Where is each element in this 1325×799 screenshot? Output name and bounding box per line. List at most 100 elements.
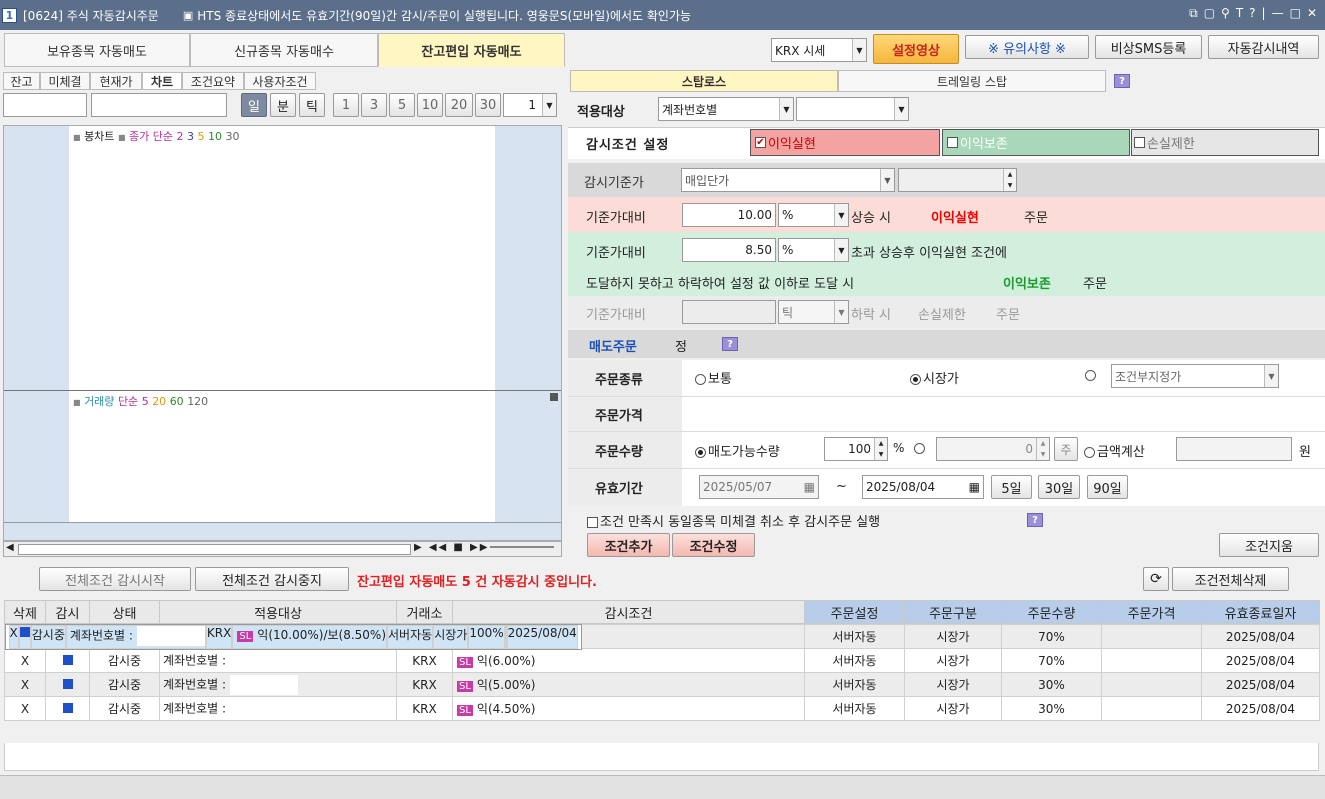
col-order-qty[interactable]: 주문수량 bbox=[1001, 600, 1102, 624]
order-type-cond-radio[interactable] bbox=[1085, 368, 1098, 383]
tab-balance-auto-sell[interactable]: 잔고편입 자동매도 bbox=[378, 33, 565, 67]
loss-limit-checkbox[interactable]: 손실제한 bbox=[1131, 129, 1319, 156]
watch-cell[interactable] bbox=[18, 625, 31, 649]
base-price-select[interactable]: 매입단가 ▼ bbox=[681, 168, 895, 192]
col-delete[interactable]: 삭제 bbox=[4, 600, 46, 624]
profit-unit-select[interactable]: % ▼ bbox=[778, 203, 849, 227]
sell-order-help-icon[interactable]: ? bbox=[722, 336, 738, 351]
qty-shares-unit[interactable]: 주 bbox=[1054, 437, 1078, 461]
interval-20-button[interactable]: 20 bbox=[445, 93, 473, 117]
col-status[interactable]: 상태 bbox=[89, 600, 160, 624]
chart-nav-controls[interactable]: ▶ ◀◀ ■ ▶▶ bbox=[414, 542, 489, 553]
spinner-icon[interactable]: ▲ ▼ bbox=[1003, 169, 1016, 191]
tab-current-price[interactable]: 현재가 bbox=[90, 72, 142, 90]
sms-register-button[interactable]: 비상SMS등록 bbox=[1095, 35, 1202, 59]
period-tick-button[interactable]: 틱 bbox=[299, 93, 325, 117]
table-row[interactable]: X 감시중 계좌번호별 : KRX SL 익(6.00%) 서버자동 시장가 70% 2025/0… bbox=[4, 648, 1320, 673]
watch-cell[interactable] bbox=[45, 696, 90, 721]
order-type-market-radio[interactable]: 시장가 bbox=[910, 368, 959, 387]
profit-rate-input[interactable]: 10.00 bbox=[682, 203, 776, 227]
watch-cell[interactable] bbox=[45, 648, 90, 673]
watch-on-icon[interactable] bbox=[62, 702, 73, 713]
minimize-icon[interactable]: — bbox=[1272, 6, 1284, 21]
market-select[interactable]: KRX 시세 ▼ bbox=[771, 38, 867, 62]
col-order-setting[interactable]: 주문설정 bbox=[804, 600, 905, 624]
interval-5-button[interactable]: 5 bbox=[389, 93, 415, 117]
protect-rate-input[interactable]: 8.50 bbox=[682, 238, 776, 262]
tab-new-auto-buy[interactable]: 신규종목 자동매수 bbox=[190, 33, 378, 67]
table-row[interactable]: X 감시중 계좌번호별 : KRX SL 익(5.00%) 서버자동 시장가 30% 2025/0… bbox=[4, 672, 1320, 697]
caution-button[interactable]: ※ 유의사항 ※ bbox=[965, 35, 1089, 59]
table-row[interactable]: X 감시중 계좌번호별 : KRX SL 익(10.00%)/보(8.50%) 서버자동 시장… bbox=[4, 624, 582, 650]
add-condition-button[interactable]: 조건추가 bbox=[587, 533, 670, 557]
delete-cell[interactable]: X bbox=[8, 625, 19, 649]
col-order-type[interactable]: 주문구분 bbox=[904, 600, 1002, 624]
table-row[interactable]: X 감시중 계좌번호별 : KRX SL 익(4.50%) 서버자동 시장가 30% 2025/0… bbox=[4, 696, 1320, 721]
tab-unfilled[interactable]: 미체결 bbox=[40, 72, 90, 90]
order-type-cond-select[interactable]: 조건부지정가 ▼ bbox=[1111, 364, 1279, 388]
loss-unit-select[interactable]: 틱 ▼ bbox=[778, 300, 849, 324]
valid-to-input[interactable]: 2025/08/04 ▦ bbox=[862, 475, 984, 499]
col-expiry-date[interactable]: 유효종료일자 bbox=[1201, 600, 1320, 624]
qty-shares-radio[interactable] bbox=[914, 441, 927, 456]
valid-90day-button[interactable]: 90일 bbox=[1087, 475, 1128, 499]
tab-trailing-stop[interactable]: 트레일링 스탑 bbox=[838, 70, 1106, 92]
pane-close-icon[interactable] bbox=[550, 393, 558, 401]
order-type-normal-radio[interactable]: 보통 bbox=[695, 368, 732, 387]
tab-chart[interactable]: 차트 bbox=[142, 72, 182, 90]
scroll-thumb[interactable] bbox=[18, 544, 411, 555]
col-order-price[interactable]: 주문가격 bbox=[1101, 600, 1202, 624]
valid-30day-button[interactable]: 30일 bbox=[1038, 475, 1080, 499]
qty-shares-input[interactable]: 0 ▲ ▼ bbox=[936, 437, 1050, 461]
col-condition[interactable]: 감시조건 bbox=[452, 600, 805, 624]
profit-protect-checkbox[interactable]: ✔ 이익보존 bbox=[942, 129, 1130, 156]
cancel-unfilled-checkbox[interactable]: 조건 만족시 동일종목 미체결 취소 후 감시주문 실행 bbox=[587, 511, 880, 530]
spinner-icon[interactable]: ▲ ▼ bbox=[1036, 438, 1049, 460]
protect-unit-select[interactable]: % ▼ bbox=[778, 238, 849, 262]
auto-watch-history-button[interactable]: 자동감시내역 bbox=[1208, 35, 1319, 59]
qty-sellable-radio[interactable]: 매도가능수량 bbox=[695, 441, 780, 460]
qty-amount-input[interactable] bbox=[1176, 437, 1292, 461]
period-day-button[interactable]: 일 bbox=[241, 93, 267, 117]
tab-holding-auto-sell[interactable]: 보유종목 자동매도 bbox=[4, 33, 190, 67]
valid-5day-button[interactable]: 5일 bbox=[991, 475, 1032, 499]
copy-icon[interactable]: ▢ bbox=[1204, 6, 1215, 21]
maximize-icon[interactable]: □ bbox=[1290, 6, 1301, 21]
qty-percent-input[interactable]: 100 ▲ ▼ bbox=[824, 437, 888, 461]
interval-3-button[interactable]: 3 bbox=[361, 93, 387, 117]
qty-amount-radio[interactable]: 금액계산 bbox=[1084, 441, 1145, 460]
interval-30-button[interactable]: 30 bbox=[475, 93, 501, 117]
tab-condition-summary[interactable]: 조건요약 bbox=[182, 72, 244, 90]
calendar-icon[interactable]: ▦ bbox=[804, 480, 815, 494]
clear-condition-button[interactable]: 조건지움 bbox=[1219, 533, 1319, 557]
watch-on-icon[interactable] bbox=[19, 627, 30, 637]
stop-all-watch-button[interactable]: 전체조건 감시중지 bbox=[195, 567, 349, 591]
setting-video-button[interactable]: 설정영상 bbox=[873, 34, 959, 64]
apply-account-select[interactable]: ▼ bbox=[796, 97, 909, 121]
modify-condition-button[interactable]: 조건수정 bbox=[672, 533, 755, 557]
cancel-help-icon[interactable]: ? bbox=[1027, 512, 1043, 527]
tab-balance[interactable]: 잔고 bbox=[3, 72, 40, 90]
spinner-icon[interactable]: ▲ ▼ bbox=[874, 438, 887, 460]
watch-on-icon[interactable] bbox=[62, 654, 73, 665]
col-watch[interactable]: 감시 bbox=[45, 600, 90, 624]
link-icon[interactable]: ⧉ bbox=[1189, 6, 1198, 21]
watch-cell[interactable] bbox=[45, 672, 90, 697]
col-exchange[interactable]: 거래소 bbox=[396, 600, 453, 624]
delete-cell[interactable]: X bbox=[4, 672, 46, 697]
calendar-icon[interactable]: ▦ bbox=[969, 480, 980, 494]
scroll-left-icon[interactable]: ◀ bbox=[6, 542, 14, 553]
stock-name-input[interactable] bbox=[91, 93, 227, 117]
apply-target-select[interactable]: 계좌번호별 ▼ bbox=[658, 97, 794, 121]
start-all-watch-button[interactable]: 전체조건 감시시작 bbox=[39, 567, 191, 591]
refresh-icon[interactable]: ⟳ bbox=[1143, 567, 1169, 591]
delete-cell[interactable]: X bbox=[4, 696, 46, 721]
close-icon[interactable]: ✕ bbox=[1307, 6, 1317, 21]
interval-select[interactable]: 1 ▼ bbox=[503, 93, 557, 117]
period-minute-button[interactable]: 분 bbox=[270, 93, 296, 117]
delete-all-conditions-button[interactable]: 조건전체삭제 bbox=[1172, 567, 1289, 591]
help-icon[interactable]: ? bbox=[1249, 6, 1255, 21]
delete-cell[interactable]: X bbox=[4, 648, 46, 673]
loss-rate-input[interactable] bbox=[682, 300, 776, 324]
tab-user-condition[interactable]: 사용자조건 bbox=[244, 72, 316, 90]
